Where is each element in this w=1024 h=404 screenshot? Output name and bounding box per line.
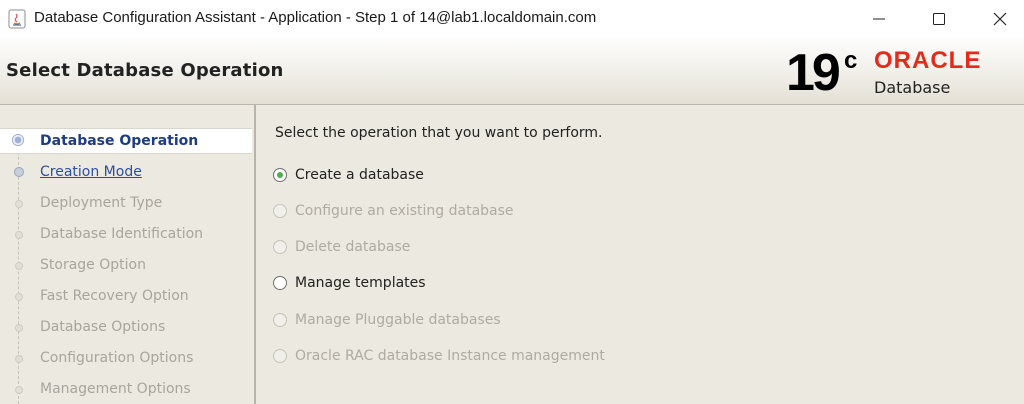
step-dot-icon — [15, 293, 23, 301]
radio-button — [273, 240, 287, 254]
nav-step-database-operation[interactable]: Database Operation — [0, 128, 252, 154]
radio-button — [273, 349, 287, 363]
operation-prompt: Select the operation that you want to pe… — [275, 125, 603, 141]
nav-step-label: Management Options — [40, 381, 191, 397]
step-dot-icon — [15, 231, 23, 239]
radio-button[interactable] — [273, 168, 287, 182]
step-navigation: Database Operation Creation Mode Deploym… — [0, 105, 254, 404]
maximize-button[interactable] — [916, 0, 962, 38]
close-icon — [993, 12, 1007, 26]
radio-button — [273, 204, 287, 218]
nav-step-configuration-options: Configuration Options — [0, 346, 252, 370]
page-title: Select Database Operation — [6, 60, 284, 81]
nav-step-management-options: Management Options — [0, 377, 252, 401]
current-step-icon — [12, 134, 24, 146]
option-label: Configure an existing database — [295, 203, 514, 219]
nav-step-label: Creation Mode — [40, 164, 142, 180]
nav-step-deployment-type: Deployment Type — [0, 191, 252, 215]
option-rac-instance-management: Oracle RAC database Instance management — [273, 346, 605, 366]
minimize-icon — [873, 18, 885, 20]
main-panel: Select the operation that you want to pe… — [256, 105, 1024, 404]
minimize-button[interactable] — [856, 0, 902, 38]
step-dot-icon — [15, 200, 23, 208]
nav-step-fast-recovery-option: Fast Recovery Option — [0, 284, 252, 308]
oracle-brand-text: ORACLE — [874, 47, 982, 74]
window-title-bar: Database Configuration Assistant - Appli… — [0, 0, 1024, 38]
nav-step-label: Configuration Options — [40, 350, 194, 366]
maximize-icon — [933, 13, 945, 25]
nav-step-label: Deployment Type — [40, 195, 163, 211]
option-delete-database: Delete database — [273, 237, 410, 257]
nav-step-label: Database Options — [40, 319, 166, 335]
step-dot-icon — [14, 167, 24, 177]
option-label: Create a database — [295, 167, 424, 183]
nav-step-database-options: Database Options — [0, 315, 252, 339]
nav-step-label: Database Identification — [40, 226, 204, 242]
radio-button[interactable] — [273, 276, 287, 290]
radio-button — [273, 313, 287, 327]
option-label: Manage Pluggable databases — [295, 312, 501, 328]
nav-step-label: Storage Option — [40, 257, 146, 273]
step-dot-icon — [15, 386, 23, 394]
option-label: Delete database — [295, 239, 411, 255]
option-manage-pluggable-databases: Manage Pluggable databases — [273, 310, 501, 330]
logo-version: 19 — [786, 44, 841, 102]
close-button[interactable] — [977, 0, 1023, 38]
nav-step-creation-mode[interactable]: Creation Mode — [0, 160, 252, 184]
window-title: Database Configuration Assistant - Appli… — [34, 9, 597, 26]
option-label: Manage templates — [295, 275, 426, 291]
nav-step-label: Fast Recovery Option — [40, 288, 189, 304]
nav-step-database-identification: Database Identification — [0, 222, 252, 246]
oracle-product-text: Database — [874, 78, 951, 97]
logo-suffix: c — [844, 47, 858, 74]
option-manage-templates[interactable]: Manage templates — [273, 273, 426, 293]
step-dot-icon — [15, 262, 23, 270]
java-icon — [8, 9, 26, 29]
option-label: Oracle RAC database Instance management — [295, 348, 605, 364]
page-header: Select Database Operation 19 c ORACLE Da… — [0, 38, 1024, 104]
option-create-database[interactable]: Create a database — [273, 165, 424, 185]
nav-step-storage-option: Storage Option — [0, 253, 252, 277]
nav-step-label: Database Operation — [40, 133, 199, 149]
step-dot-icon — [15, 324, 23, 332]
step-dot-icon — [15, 355, 23, 363]
option-configure-existing-database: Configure an existing database — [273, 201, 514, 221]
